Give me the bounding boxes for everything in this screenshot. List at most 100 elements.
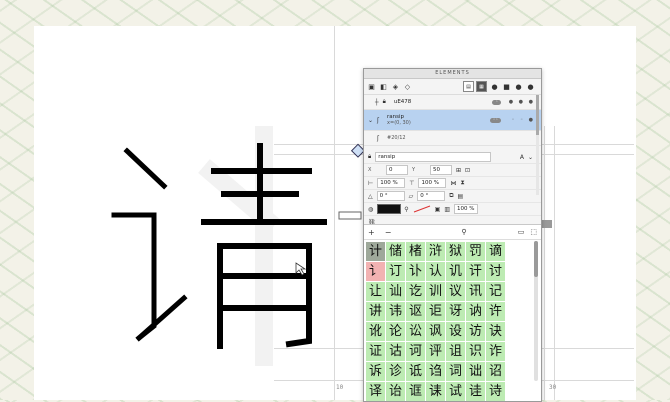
lock-icon[interactable]: 🔒︎ <box>368 153 371 161</box>
glyph-cell[interactable]: 诒 <box>386 382 405 401</box>
glyph-cell[interactable]: 讹 <box>366 322 385 341</box>
more-icon[interactable]: ● <box>526 82 535 91</box>
glyph-cell[interactable]: 储 <box>386 242 405 261</box>
glyph-cell[interactable]: 评 <box>426 342 445 361</box>
glyph-cell[interactable]: 译 <box>366 382 385 401</box>
remove-glyph-button[interactable]: − <box>385 228 392 237</box>
glyph-cell[interactable]: 记 <box>486 282 505 301</box>
layer-merge-icon[interactable]: ◈ <box>391 82 400 91</box>
glyph-cell[interactable]: 讼 <box>406 322 425 341</box>
glyph-cell[interactable]: 谪 <box>486 242 505 261</box>
glyph-cell[interactable]: 诔 <box>426 382 445 401</box>
glyph-cell[interactable]: 论 <box>386 322 405 341</box>
grid-scrollbar[interactable] <box>534 241 538 381</box>
glyph-cell[interactable]: 诎 <box>466 362 485 381</box>
glyph-cell[interactable]: 讣 <box>406 262 425 281</box>
glyph-cell[interactable]: 讴 <box>406 302 425 321</box>
glyph-cell[interactable]: 诖 <box>466 382 485 401</box>
glyph-cell[interactable]: 证 <box>366 342 385 361</box>
paste-icon[interactable]: ▤ <box>458 193 464 200</box>
glyph-cell[interactable]: 访 <box>466 322 485 341</box>
lock-all-icon[interactable]: ■ <box>502 82 511 91</box>
glyph-cell[interactable]: 讶 <box>446 302 465 321</box>
glyph-cell[interactable]: 让 <box>366 282 385 301</box>
glyph-cell[interactable]: 训 <box>426 282 445 301</box>
glyph-cell[interactable]: 讵 <box>426 302 445 321</box>
layer-row[interactable]: ʃ #20/12 <box>364 131 541 146</box>
glyph-cell[interactable]: 诋 <box>406 362 425 381</box>
glyph-cell[interactable]: 讥 <box>446 262 465 281</box>
layer-add-icon[interactable]: ▣ <box>367 82 376 91</box>
view-grid-button[interactable]: ▦ <box>476 81 487 92</box>
glyph-cell[interactable]: 讷 <box>466 302 485 321</box>
glyph-cell[interactable]: 议 <box>446 282 465 301</box>
element-name-input[interactable]: ransip <box>375 152 492 162</box>
glyph-cell[interactable]: 诓 <box>406 382 425 401</box>
window-icon[interactable]: ▭ <box>518 228 525 236</box>
stroke-icon[interactable]: ⚲ <box>404 206 408 213</box>
glyph-cell[interactable]: 诗 <box>486 382 505 401</box>
glyph-cell[interactable]: 讯 <box>466 282 485 301</box>
glyph-cell[interactable]: 讫 <box>406 282 425 301</box>
glyph-cell[interactable]: 认 <box>426 262 445 281</box>
layer-row-selected[interactable]: ⌄ ʃ ransip x=(0, 30) ◦◦ ◦ ◦ ● <box>364 110 541 131</box>
glyph-cell[interactable]: 许 <box>486 302 505 321</box>
layer-group-icon[interactable]: ◧ <box>379 82 388 91</box>
layer-row[interactable]: ┼ 🔒︎ uE478 ◦ ● ● ● <box>364 95 541 110</box>
lock-icon[interactable]: 🔒︎ <box>383 98 386 106</box>
glyph-cell[interactable]: 诂 <box>386 342 405 361</box>
glyph-cell[interactable]: 诃 <box>406 342 425 361</box>
y-input[interactable]: 50 <box>430 165 452 175</box>
height-input[interactable]: 100 % <box>418 178 447 188</box>
glyph-cell[interactable]: 识 <box>466 342 485 361</box>
glyph-cell[interactable]: 诅 <box>446 342 465 361</box>
glyph-cell[interactable]: 浒 <box>426 242 445 261</box>
glyph-cell[interactable]: 诏 <box>486 362 505 381</box>
glyph-cell[interactable]: 试 <box>446 382 465 401</box>
pin-icon[interactable]: ⚲ <box>461 228 466 236</box>
view-list-button[interactable]: ▤ <box>463 81 474 92</box>
selection-handle[interactable] <box>338 211 362 220</box>
skew-input[interactable]: 0 ° <box>417 191 446 201</box>
glyph-cell[interactable]: 讪 <box>386 282 405 301</box>
x-input[interactable]: 0 <box>386 165 408 175</box>
width-input[interactable]: 100 % <box>377 178 406 188</box>
glyph-cell[interactable]: 狱 <box>446 242 465 261</box>
lock-icon[interactable]: ● <box>490 82 499 91</box>
flip-icon[interactable]: ⊡ <box>465 167 470 174</box>
text-icon[interactable]: A <box>520 154 524 161</box>
stroke-preview[interactable] <box>413 205 431 213</box>
chevron-down-icon[interactable]: ⌄ <box>368 117 373 124</box>
align-icon[interactable]: ⊞ <box>456 167 461 174</box>
opacity-input[interactable]: 100 % <box>454 204 478 214</box>
glyph-cell[interactable]: 词 <box>446 362 465 381</box>
flip-vertical-icon[interactable]: ⧗ <box>460 179 464 187</box>
glyph-cell[interactable]: 讠 <box>366 262 385 281</box>
glyph-cell[interactable]: 讽 <box>426 322 445 341</box>
glyph-outline[interactable] <box>34 26 636 400</box>
glyph-cell[interactable]: 楮 <box>406 242 425 261</box>
glyph-cell[interactable]: 诈 <box>486 342 505 361</box>
glyph-cell[interactable]: 讲 <box>366 302 385 321</box>
glyph-cell[interactable]: 设 <box>446 322 465 341</box>
layer-copy-icon[interactable]: ◇ <box>403 82 412 91</box>
glyph-cell[interactable]: 讳 <box>386 302 405 321</box>
glyph-cell[interactable]: 讨 <box>486 262 505 281</box>
glyph-canvas[interactable]: 10 20 30 请 <box>34 26 636 400</box>
glyph-cell[interactable]: 诉 <box>366 362 385 381</box>
elements-panel[interactable]: ELEMENTS ▣ ◧ ◈ ◇ ▤ ▦ ● ■ ● ● ┼ 🔒︎ uE478 … <box>363 68 542 402</box>
mask-icon[interactable]: ▥ <box>444 206 450 213</box>
glyph-cell[interactable]: 罚 <box>466 242 485 261</box>
glyph-cell[interactable]: 订 <box>386 262 405 281</box>
visibility-icon[interactable]: ● <box>514 82 523 91</box>
panel-scrollbar[interactable] <box>536 95 539 195</box>
layer-controls[interactable]: ◦ ◦ ● <box>512 117 535 123</box>
fill-swatch[interactable] <box>377 204 402 214</box>
layer-controls[interactable]: ● ● ● <box>509 99 535 105</box>
copy-icon[interactable]: ⧉ <box>449 192 453 200</box>
layer-order-icon[interactable]: ▣ <box>435 206 441 213</box>
glyph-cell[interactable]: 诀 <box>486 322 505 341</box>
glyph-cell[interactable]: 诊 <box>386 362 405 381</box>
fullscreen-icon[interactable]: ⬚ <box>530 228 537 236</box>
glyph-cell[interactable]: 计 <box>366 242 385 261</box>
